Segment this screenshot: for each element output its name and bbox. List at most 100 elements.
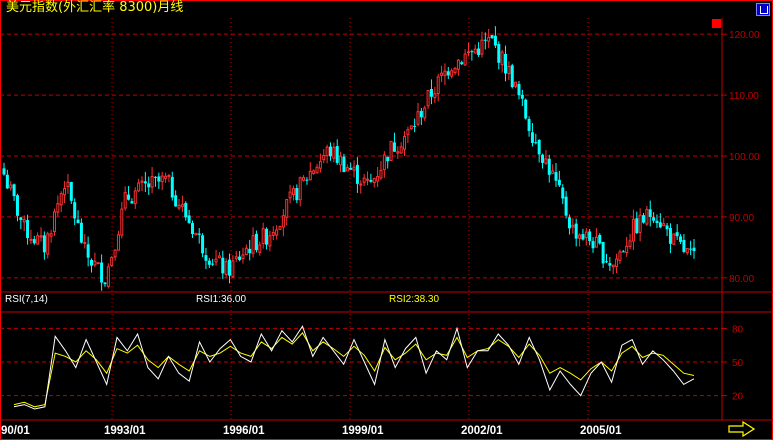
- candle: [113, 249, 117, 261]
- candle: [29, 229, 33, 245]
- candle: [608, 257, 612, 271]
- candle: [520, 89, 524, 107]
- candle: [312, 169, 316, 175]
- candle: [2, 162, 6, 176]
- candlestick-series: [2, 26, 696, 291]
- candle: [295, 184, 299, 204]
- candle: [345, 164, 349, 172]
- candle: [288, 184, 292, 204]
- candle: [93, 252, 97, 268]
- candle: [635, 211, 639, 234]
- candle: [52, 208, 56, 236]
- candle: [625, 236, 629, 257]
- candle: [238, 251, 242, 262]
- candle: [490, 35, 494, 39]
- candle: [325, 144, 329, 164]
- candle: [416, 103, 420, 127]
- candle: [567, 214, 571, 235]
- candle: [36, 232, 40, 245]
- candle: [379, 161, 383, 181]
- candle: [251, 227, 255, 258]
- candle: [211, 258, 215, 267]
- x-tick-label: 2002/01: [461, 425, 503, 437]
- candle: [463, 49, 467, 66]
- candle: [561, 184, 565, 205]
- y-tick-label: 90.00: [729, 213, 754, 224]
- candle: [658, 213, 662, 229]
- candle: [581, 228, 585, 241]
- rsi-y-tick-label: 20: [732, 392, 744, 403]
- candle: [652, 212, 656, 224]
- candle: [46, 231, 50, 259]
- candle: [5, 169, 9, 190]
- candle: [133, 187, 137, 209]
- candle: [63, 181, 67, 204]
- candle: [366, 171, 370, 186]
- candle: [594, 228, 598, 248]
- candle: [682, 234, 686, 254]
- candle: [224, 258, 228, 278]
- candle: [305, 177, 309, 185]
- candle: [73, 198, 77, 226]
- candle: [167, 173, 171, 183]
- candle: [443, 63, 447, 86]
- candle: [322, 148, 326, 164]
- candle: [355, 157, 359, 193]
- rsi2-readout: RSI2:38.30: [389, 294, 440, 305]
- candle: [392, 132, 396, 152]
- candle: [534, 133, 538, 145]
- candle: [527, 116, 531, 137]
- candle: [86, 236, 90, 267]
- candle: [547, 154, 551, 183]
- candle: [419, 108, 423, 126]
- candle: [137, 178, 141, 193]
- candle: [524, 98, 528, 120]
- y-tick-label: 120.00: [729, 30, 760, 41]
- candle: [339, 151, 343, 173]
- candle: [150, 166, 154, 194]
- candle: [514, 81, 518, 89]
- candle: [207, 257, 211, 269]
- candle: [170, 171, 174, 201]
- x-tick-label: 2005/01: [580, 425, 622, 437]
- candle: [470, 49, 474, 61]
- candle: [689, 240, 693, 255]
- candle: [460, 60, 464, 66]
- axis-layer: 120.00 110.00 100.00 90.00 80.00 80 50 20: [729, 30, 760, 402]
- candle: [453, 66, 457, 76]
- candle: [504, 45, 508, 82]
- candle: [22, 215, 26, 232]
- candle: [90, 258, 94, 273]
- candle: [423, 105, 427, 121]
- candle: [399, 142, 403, 154]
- candle: [433, 86, 437, 103]
- candle: [291, 185, 295, 201]
- candle: [56, 195, 60, 217]
- candle: [221, 250, 225, 280]
- candle: [110, 256, 114, 268]
- candle: [96, 262, 100, 265]
- candle: [258, 241, 262, 256]
- candle: [328, 142, 332, 161]
- candle: [426, 90, 430, 109]
- candle: [648, 200, 652, 227]
- candle: [406, 126, 410, 143]
- candle: [584, 228, 588, 246]
- candle: [571, 218, 575, 234]
- candle: [241, 247, 245, 264]
- candle: [382, 151, 386, 178]
- candle: [123, 186, 127, 211]
- candle: [480, 31, 484, 58]
- candle: [369, 173, 373, 183]
- candle: [487, 28, 491, 49]
- scroll-right-arrow-icon[interactable]: [728, 421, 755, 437]
- price-chart[interactable]: 120.00 110.00 100.00 90.00 80.00 80 50 20: [0, 0, 773, 440]
- candle: [116, 230, 120, 251]
- candle: [214, 249, 218, 266]
- candle: [662, 217, 666, 227]
- candle: [59, 191, 63, 213]
- candle: [685, 248, 689, 256]
- candle: [147, 176, 151, 195]
- candle: [638, 208, 642, 242]
- candle: [332, 142, 336, 163]
